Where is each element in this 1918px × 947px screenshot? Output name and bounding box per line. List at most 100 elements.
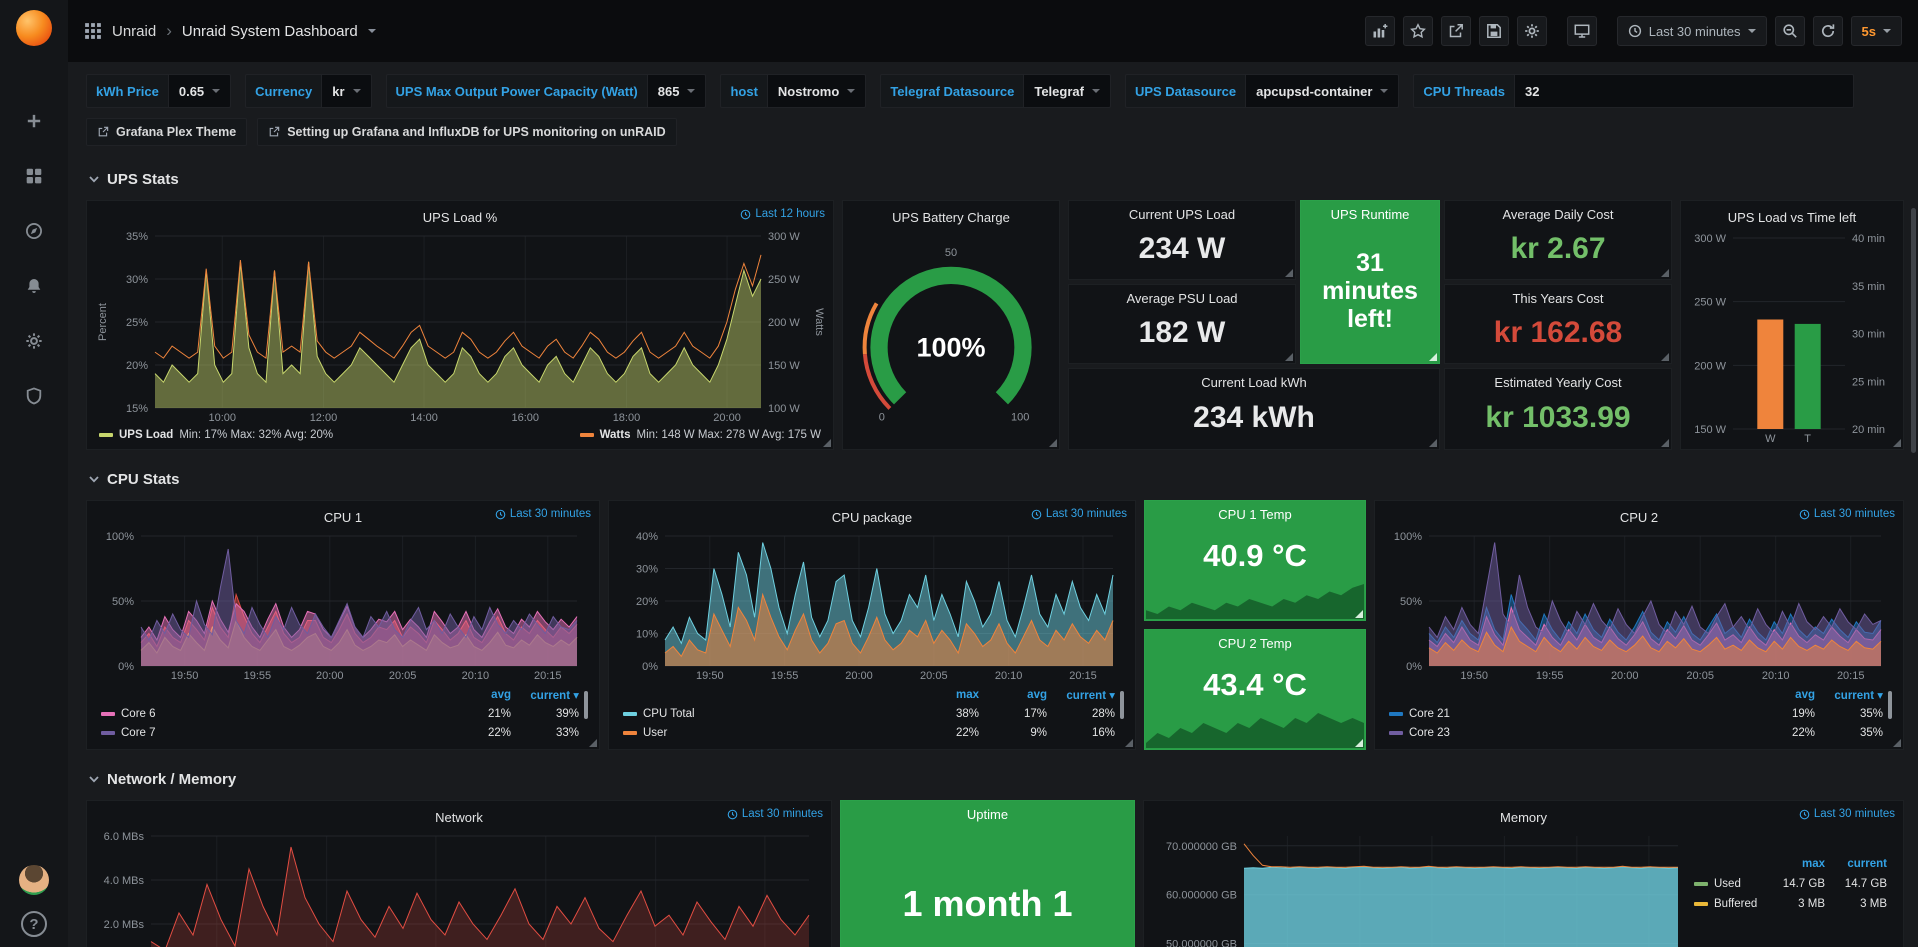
dashboard-link[interactable]: Setting up Grafana and InfluxDB for UPS … xyxy=(257,118,676,146)
time-override-link[interactable]: Last 12 hours xyxy=(740,208,825,220)
panel-title[interactable]: CPU 2 Temp xyxy=(1153,636,1357,651)
legend-col-header[interactable]: avg xyxy=(1753,689,1815,701)
variable-value-dropdown[interactable]: Telegraf xyxy=(1023,74,1111,108)
sidebar-create-button[interactable] xyxy=(25,112,43,130)
panel-title[interactable]: Memory xyxy=(1500,810,1547,825)
zoom-out-button[interactable] xyxy=(1775,16,1805,46)
sidebar-dashboards-button[interactable] xyxy=(25,167,43,185)
svg-text:20:10: 20:10 xyxy=(462,670,490,682)
legend-series-row[interactable]: Used14.7 GB14.7 GB xyxy=(1694,874,1887,894)
panel-title[interactable]: Current UPS Load xyxy=(1077,207,1287,222)
time-override-link[interactable]: Last 30 minutes xyxy=(727,808,823,820)
breadcrumb-org[interactable]: Unraid xyxy=(112,23,156,40)
sidebar-alerting-button[interactable] xyxy=(25,277,43,295)
panel-header: Network Last 30 minutes xyxy=(95,806,823,828)
sidebar-nav xyxy=(25,112,43,405)
grafana-logo[interactable] xyxy=(16,10,52,46)
time-override-link[interactable]: Last 30 minutes xyxy=(1799,808,1895,820)
variable-value-dropdown[interactable]: kr xyxy=(321,74,371,108)
panel-title[interactable]: UPS Battery Charge xyxy=(892,210,1010,225)
svg-text:4.0 MBs: 4.0 MBs xyxy=(104,875,145,887)
panel-title[interactable]: This Years Cost xyxy=(1453,291,1663,306)
template-variable-cpu-threads: CPU Threads32 xyxy=(1413,74,1854,108)
help-button[interactable]: ? xyxy=(21,911,47,937)
save-button[interactable] xyxy=(1479,16,1509,46)
apps-grid-icon[interactable] xyxy=(84,22,102,40)
svg-text:20 min: 20 min xyxy=(1852,424,1885,436)
svg-text:200 W: 200 W xyxy=(1694,360,1726,372)
svg-text:250 W: 250 W xyxy=(1694,297,1726,309)
svg-text:12:00: 12:00 xyxy=(310,412,338,424)
panel-header: CPU 1 Last 30 minutes xyxy=(95,506,591,528)
section-cpu-stats[interactable]: CPU Stats xyxy=(88,466,1904,492)
legend-col-header[interactable]: avg xyxy=(985,689,1047,701)
legend-series-row[interactable]: Core 722%33% xyxy=(101,723,579,742)
stat-value: kr 1033.99 xyxy=(1485,401,1630,435)
legend-col-header[interactable]: current ▾ xyxy=(1053,688,1115,702)
panel-title[interactable]: UPS Load % xyxy=(423,210,497,225)
share-button[interactable] xyxy=(1441,16,1471,46)
cycle-view-button[interactable] xyxy=(1567,16,1597,46)
cpu-package-legend: maxavg current ▾ CPU Total38%17%28%User22%… xyxy=(617,683,1127,745)
legend-series-row[interactable]: Core 2322%35% xyxy=(1389,723,1883,742)
refresh-interval-dropdown[interactable]: 5s xyxy=(1851,16,1902,46)
svg-text:20:00: 20:00 xyxy=(845,670,873,682)
zoom-out-icon xyxy=(1782,23,1798,39)
panel-title[interactable]: Uptime xyxy=(849,807,1126,822)
dashboard-caret-icon[interactable] xyxy=(368,29,376,33)
dashboard-settings-button[interactable] xyxy=(1517,16,1547,46)
section-network-memory[interactable]: Network / Memory xyxy=(88,766,1904,792)
panel-title[interactable]: Average Daily Cost xyxy=(1453,207,1663,222)
legend-col-header[interactable]: current xyxy=(1831,858,1887,870)
variable-value-dropdown[interactable]: Nostromo xyxy=(767,74,866,108)
panel-current-ups-load: Current UPS Load 234 W xyxy=(1068,200,1296,280)
variable-value-dropdown[interactable]: apcupsd-container xyxy=(1245,74,1399,108)
variable-label: host xyxy=(720,74,766,108)
panel-title[interactable]: UPS Load vs Time left xyxy=(1728,210,1857,225)
svg-text:35%: 35% xyxy=(126,231,148,243)
panel-title[interactable]: Network xyxy=(435,810,483,825)
legend-col-header[interactable]: max xyxy=(917,689,979,701)
time-override-link[interactable]: Last 30 minutes xyxy=(1031,508,1127,520)
time-picker-button[interactable]: Last 30 minutes xyxy=(1617,16,1767,46)
section-ups-stats[interactable]: UPS Stats xyxy=(88,166,1904,192)
time-override-link[interactable]: Last 30 minutes xyxy=(1799,508,1895,520)
svg-text:150 W: 150 W xyxy=(1694,424,1726,436)
legend-item[interactable]: UPS LoadMin: 17% Max: 32% Avg: 20% xyxy=(99,429,333,441)
legend-series-row[interactable]: User22%9%16% xyxy=(623,723,1115,742)
legend-series-row[interactable]: CPU Total38%17%28% xyxy=(623,704,1115,723)
variable-input[interactable]: 32 xyxy=(1514,74,1854,108)
panel-title[interactable]: CPU 2 xyxy=(1620,510,1658,525)
profile-avatar[interactable] xyxy=(19,865,49,895)
panel-title[interactable]: Estimated Yearly Cost xyxy=(1453,375,1663,390)
legend-col-header[interactable]: avg xyxy=(449,689,511,701)
panel-average-psu-load: Average PSU Load 182 W xyxy=(1068,284,1296,364)
legend-series-row[interactable]: Core 2119%35% xyxy=(1389,704,1883,723)
time-override-link[interactable]: Last 30 minutes xyxy=(495,508,591,520)
dashboard-link[interactable]: Grafana Plex Theme xyxy=(86,118,247,146)
panel-title[interactable]: CPU 1 xyxy=(324,510,362,525)
sidebar-configuration-button[interactable] xyxy=(25,332,43,350)
legend-col-header[interactable]: current ▾ xyxy=(1821,688,1883,702)
sidebar-explore-button[interactable] xyxy=(25,222,43,240)
legend-col-header[interactable]: max xyxy=(1769,858,1825,870)
breadcrumb-dashboard-title[interactable]: Unraid System Dashboard xyxy=(182,23,358,40)
legend-series-row[interactable]: Core 621%39% xyxy=(101,704,579,723)
template-variable-currency: Currencykr xyxy=(245,74,371,108)
panel-title[interactable]: Average PSU Load xyxy=(1077,291,1287,306)
legend-series-row[interactable]: Buffered3 MB3 MB xyxy=(1694,894,1887,914)
star-button[interactable] xyxy=(1403,16,1433,46)
variable-value-dropdown[interactable]: 865 xyxy=(647,74,707,108)
add-panel-button[interactable] xyxy=(1365,16,1395,46)
panel-title[interactable]: CPU 1 Temp xyxy=(1153,507,1357,522)
panel-title[interactable]: UPS Runtime xyxy=(1309,207,1431,222)
panel-title[interactable]: Current Load kWh xyxy=(1077,375,1431,390)
page-scrollbar[interactable] xyxy=(1911,208,1916,453)
panel-header: UPS Load % Last 12 hours xyxy=(95,206,825,228)
sidebar-server-admin-button[interactable] xyxy=(25,387,43,405)
refresh-button[interactable] xyxy=(1813,16,1843,46)
panel-title[interactable]: CPU package xyxy=(832,510,912,525)
legend-item[interactable]: WattsMin: 148 W Max: 278 W Avg: 175 W xyxy=(580,429,821,441)
legend-col-header[interactable]: current ▾ xyxy=(517,688,579,702)
variable-value-dropdown[interactable]: 0.65 xyxy=(168,74,231,108)
